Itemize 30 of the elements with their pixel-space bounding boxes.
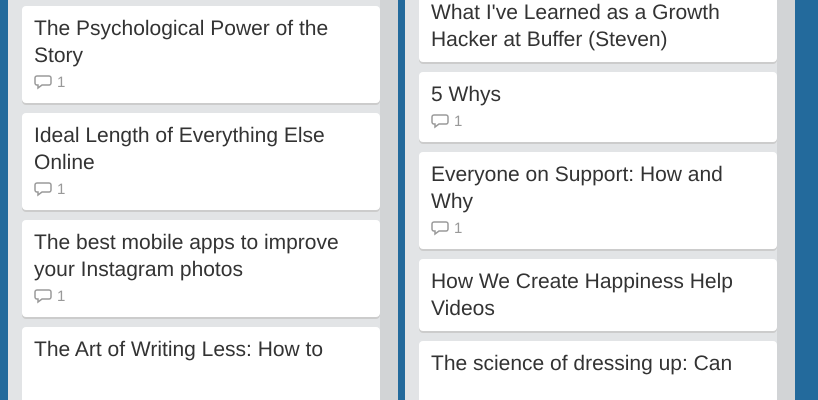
card[interactable]: 5 Whys 1 [419,72,777,142]
card-title: The science of dressing up: Can [431,351,734,377]
comment-count: 1 [57,288,66,304]
comment-icon [34,181,52,197]
card-title: The best mobile apps to improve your Instagram photos [34,230,340,283]
card[interactable]: The Art of Writing Less: How to [22,327,380,400]
comment-count: 1 [454,220,462,236]
card-title: Everyone on Support: How and Why [431,162,724,215]
card-title: What I've Learned as a Growth Hacker at Buffer (Steven) [431,0,721,53]
comment-icon [34,288,52,304]
card[interactable]: Everyone on Support: How and Why 1 [419,152,777,249]
card-title: Ideal Length of Everything Else Online [34,123,326,176]
card-title: The Psychological Power of the Story [34,16,330,69]
card-title: The Art of Writing Less: How to [34,337,324,363]
scrollbar-track[interactable] [380,0,398,400]
comment-icon [34,74,52,90]
card[interactable]: The best mobile apps to improve your Instagram photos 1 [22,220,380,317]
comment-count: 1 [57,74,66,90]
scrollbar-track[interactable] [777,0,795,400]
comment-icon [431,113,449,129]
card[interactable]: The Psychological Power of the Story 1 [22,6,380,103]
comment-count: 1 [454,112,462,130]
card[interactable]: Ideal Length of Everything Else Online 1 [22,113,380,210]
card[interactable]: How We Create Happiness Help Videos [419,259,777,331]
card-title: 5 Whys [431,82,502,108]
comment-icon [431,220,449,236]
card[interactable]: The science of dressing up: Can [419,341,777,400]
card[interactable]: What I've Learned as a Growth Hacker at Buffer (Steven) [419,0,777,62]
comment-count: 1 [57,180,66,198]
card-title: How We Create Happiness Help Videos [431,269,734,322]
